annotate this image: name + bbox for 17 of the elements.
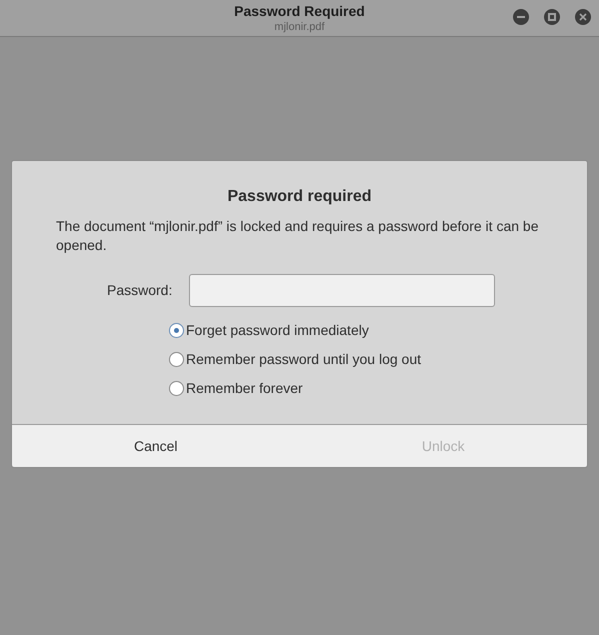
radio-button[interactable] [169,352,184,366]
maximize-button[interactable] [544,9,560,25]
close-icon [579,13,587,21]
window-subtitle: mjlonir.pdf [274,20,325,34]
radio-option[interactable]: Remember password until you log out [169,349,543,369]
radio-option[interactable]: Forget password immediately [169,320,543,340]
window-title: Password Required [234,2,365,20]
radio-button[interactable] [169,322,184,338]
dialog-title: Password required [226,187,373,207]
password-label: Password: [107,281,174,300]
close-button[interactable] [575,9,591,25]
dialog-button[interactable]: Cancel [12,425,300,467]
radio-option[interactable]: Remember forever [169,378,543,398]
minimize-button[interactable] [513,9,529,25]
radio-button[interactable] [169,380,184,396]
password-field[interactable] [189,274,495,307]
dialog-message: The document “mjlonir.pdf” is locked and requires a password before it can be opened. [56,217,540,255]
